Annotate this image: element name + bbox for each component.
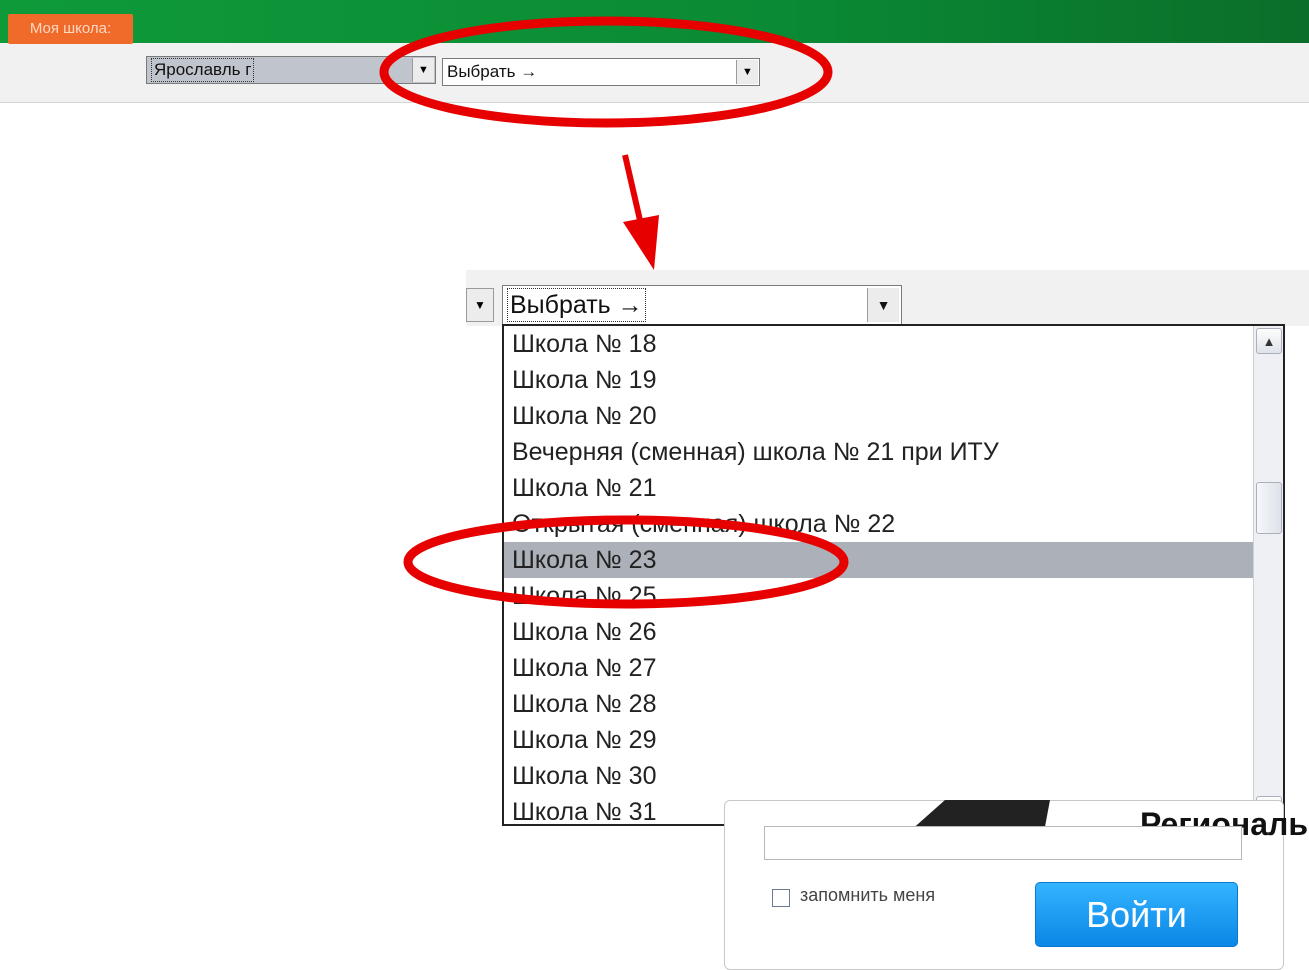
dropdown-option[interactable]: Школа № 18: [504, 326, 1255, 362]
chevron-down-icon[interactable]: ▼: [412, 58, 434, 82]
remember-me-label: запомнить меня: [800, 885, 936, 905]
password-field[interactable]: [764, 826, 1242, 860]
chevron-up-icon[interactable]: ▲: [1256, 328, 1282, 354]
dropdown-option[interactable]: Вечерняя (сменная) школа № 21 при ИТУ: [504, 434, 1255, 470]
dropdown-option[interactable]: Школа № 30: [504, 758, 1255, 794]
dropdown-option[interactable]: Открытая (сменная) школа № 22: [504, 506, 1255, 542]
annotation-arrow-shaft: [622, 154, 648, 243]
chevron-down-icon[interactable]: ▼: [466, 288, 494, 322]
chevron-down-icon[interactable]: ▼: [736, 60, 758, 84]
dropdown-option-selected[interactable]: Школа № 23: [504, 542, 1255, 578]
city-select-value: Ярославль г: [151, 58, 255, 82]
dropdown-option[interactable]: Школа № 19: [504, 362, 1255, 398]
dropdown-option[interactable]: Школа № 21: [504, 470, 1255, 506]
top-banner: [0, 0, 1309, 43]
arrow-down-icon: [623, 215, 659, 270]
dropdown-option[interactable]: Школа № 20: [504, 398, 1255, 434]
zoomed-select-value: Выбрать →: [507, 288, 646, 322]
dropdown-option[interactable]: Школа № 27: [504, 650, 1255, 686]
school-dropdown-list: Школа № 18 Школа № 19 Школа № 20 Вечерня…: [502, 324, 1285, 826]
dropdown-option[interactable]: Школа № 25: [504, 578, 1255, 614]
scrollbar-thumb[interactable]: [1256, 482, 1282, 534]
login-button[interactable]: Войти: [1035, 882, 1238, 947]
dropdown-option[interactable]: Школа № 29: [504, 722, 1255, 758]
chevron-down-icon[interactable]: ▼: [867, 288, 899, 322]
my-school-label: Моя школа:: [8, 14, 133, 44]
school-select-value: Выбрать →: [447, 62, 538, 81]
city-select[interactable]: Ярославль г ▼: [146, 56, 436, 84]
dropdown-scrollbar[interactable]: ▲ ▼: [1253, 326, 1283, 824]
school-select[interactable]: Выбрать → ▼: [442, 58, 760, 86]
dropdown-option[interactable]: Школа № 26: [504, 614, 1255, 650]
dropdown-option[interactable]: Школа № 28: [504, 686, 1255, 722]
remember-me-checkbox[interactable]: [772, 889, 790, 907]
zoomed-school-select[interactable]: Выбрать → ▼: [502, 285, 902, 325]
